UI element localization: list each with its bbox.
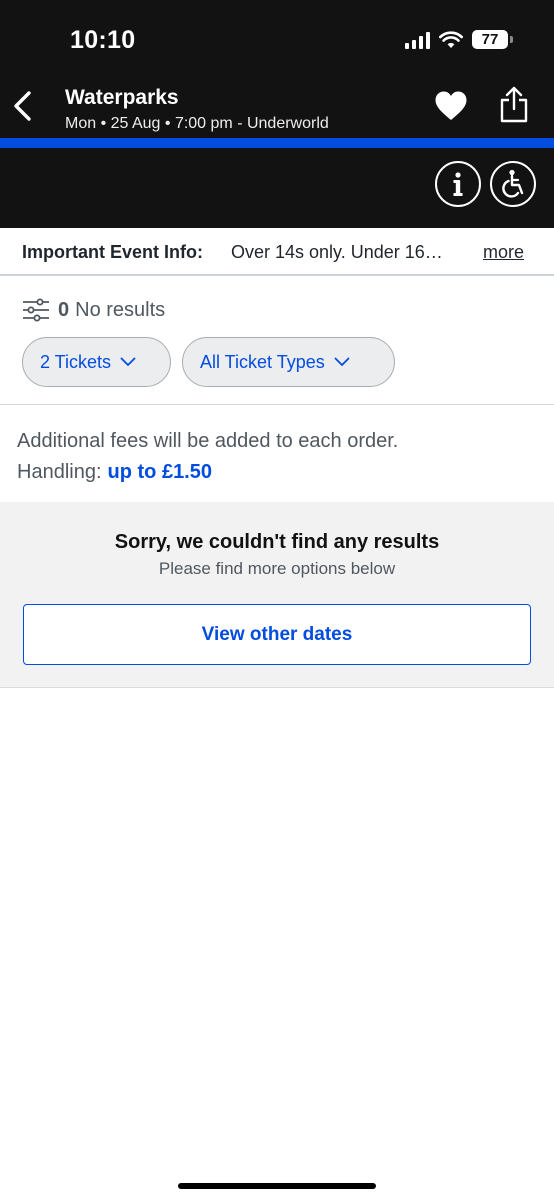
section-divider [0, 404, 554, 405]
handling-line: Handling: up to £1.50 [17, 457, 398, 488]
accessibility-icon [502, 169, 524, 198]
status-icons: 77 [405, 30, 513, 49]
chevron-down-icon [334, 357, 350, 366]
no-results-title: Sorry, we couldn't find any results [114, 531, 440, 553]
event-subtitle: Mon • 25 Aug • 7:00 pm - Underworld [65, 115, 329, 132]
results-summary: 0 No results [22, 296, 165, 324]
battery-level: 77 [481, 31, 499, 48]
no-results-subtitle: Please find more options below [158, 559, 396, 578]
results-label: No results [75, 298, 166, 321]
ticket-types-dropdown[interactable]: All Ticket Types [182, 337, 395, 387]
event-tools [0, 148, 554, 228]
back-button[interactable] [10, 88, 36, 124]
view-other-dates-button[interactable]: View other dates [23, 604, 531, 665]
handling-label: Handling: [17, 461, 102, 483]
status-bar: 10:10 77 [0, 0, 554, 80]
back-chevron-icon [14, 91, 31, 121]
tickets-quantity-dropdown[interactable]: 2 Tickets [22, 337, 171, 387]
info-icon [453, 172, 463, 196]
handling-value: up to £1.50 [107, 461, 212, 483]
wifi-icon [439, 30, 463, 48]
filter-sliders-icon[interactable] [22, 297, 50, 323]
heart-icon [435, 91, 467, 120]
share-button[interactable] [498, 86, 530, 124]
share-icon [500, 86, 528, 123]
important-info-label: Important Event Info: [22, 242, 203, 262]
tickets-quantity-label: 2 Tickets [40, 351, 112, 372]
more-link[interactable]: more [483, 242, 524, 263]
fees-notice: Additional fees will be added to each or… [17, 426, 398, 488]
battery-icon: 77 [472, 30, 513, 49]
favorite-button[interactable] [434, 90, 468, 122]
important-info-text: Over 14s only. Under 16… [231, 242, 443, 262]
chevron-down-icon [120, 357, 136, 366]
accent-bar [0, 138, 554, 148]
important-info-banner: Important Event Info: Over 14s only. Und… [0, 228, 554, 276]
status-time: 10:10 [70, 26, 136, 54]
info-button[interactable] [435, 161, 481, 207]
no-results-panel: Sorry, we couldn't find any results Plea… [0, 502, 554, 688]
ticket-types-label: All Ticket Types [200, 351, 325, 372]
home-indicator[interactable] [178, 1183, 376, 1189]
results-count: 0 [58, 298, 70, 321]
fees-line: Additional fees will be added to each or… [17, 430, 399, 452]
event-header: Waterparks Mon • 25 Aug • 7:00 pm - Unde… [0, 80, 554, 138]
signal-icon [405, 31, 430, 49]
event-title: Waterparks [65, 86, 179, 109]
accessibility-button[interactable] [490, 161, 536, 207]
